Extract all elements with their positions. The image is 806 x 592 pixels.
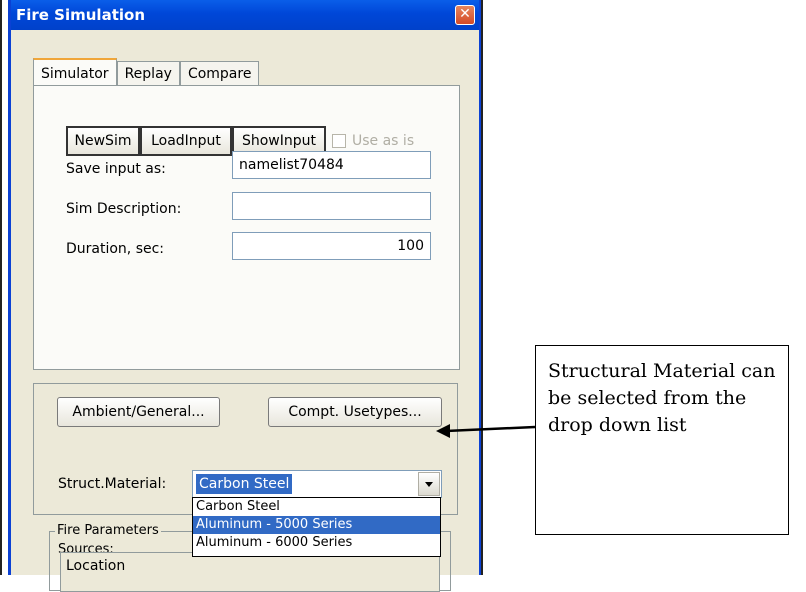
callout-arrow bbox=[436, 424, 536, 438]
